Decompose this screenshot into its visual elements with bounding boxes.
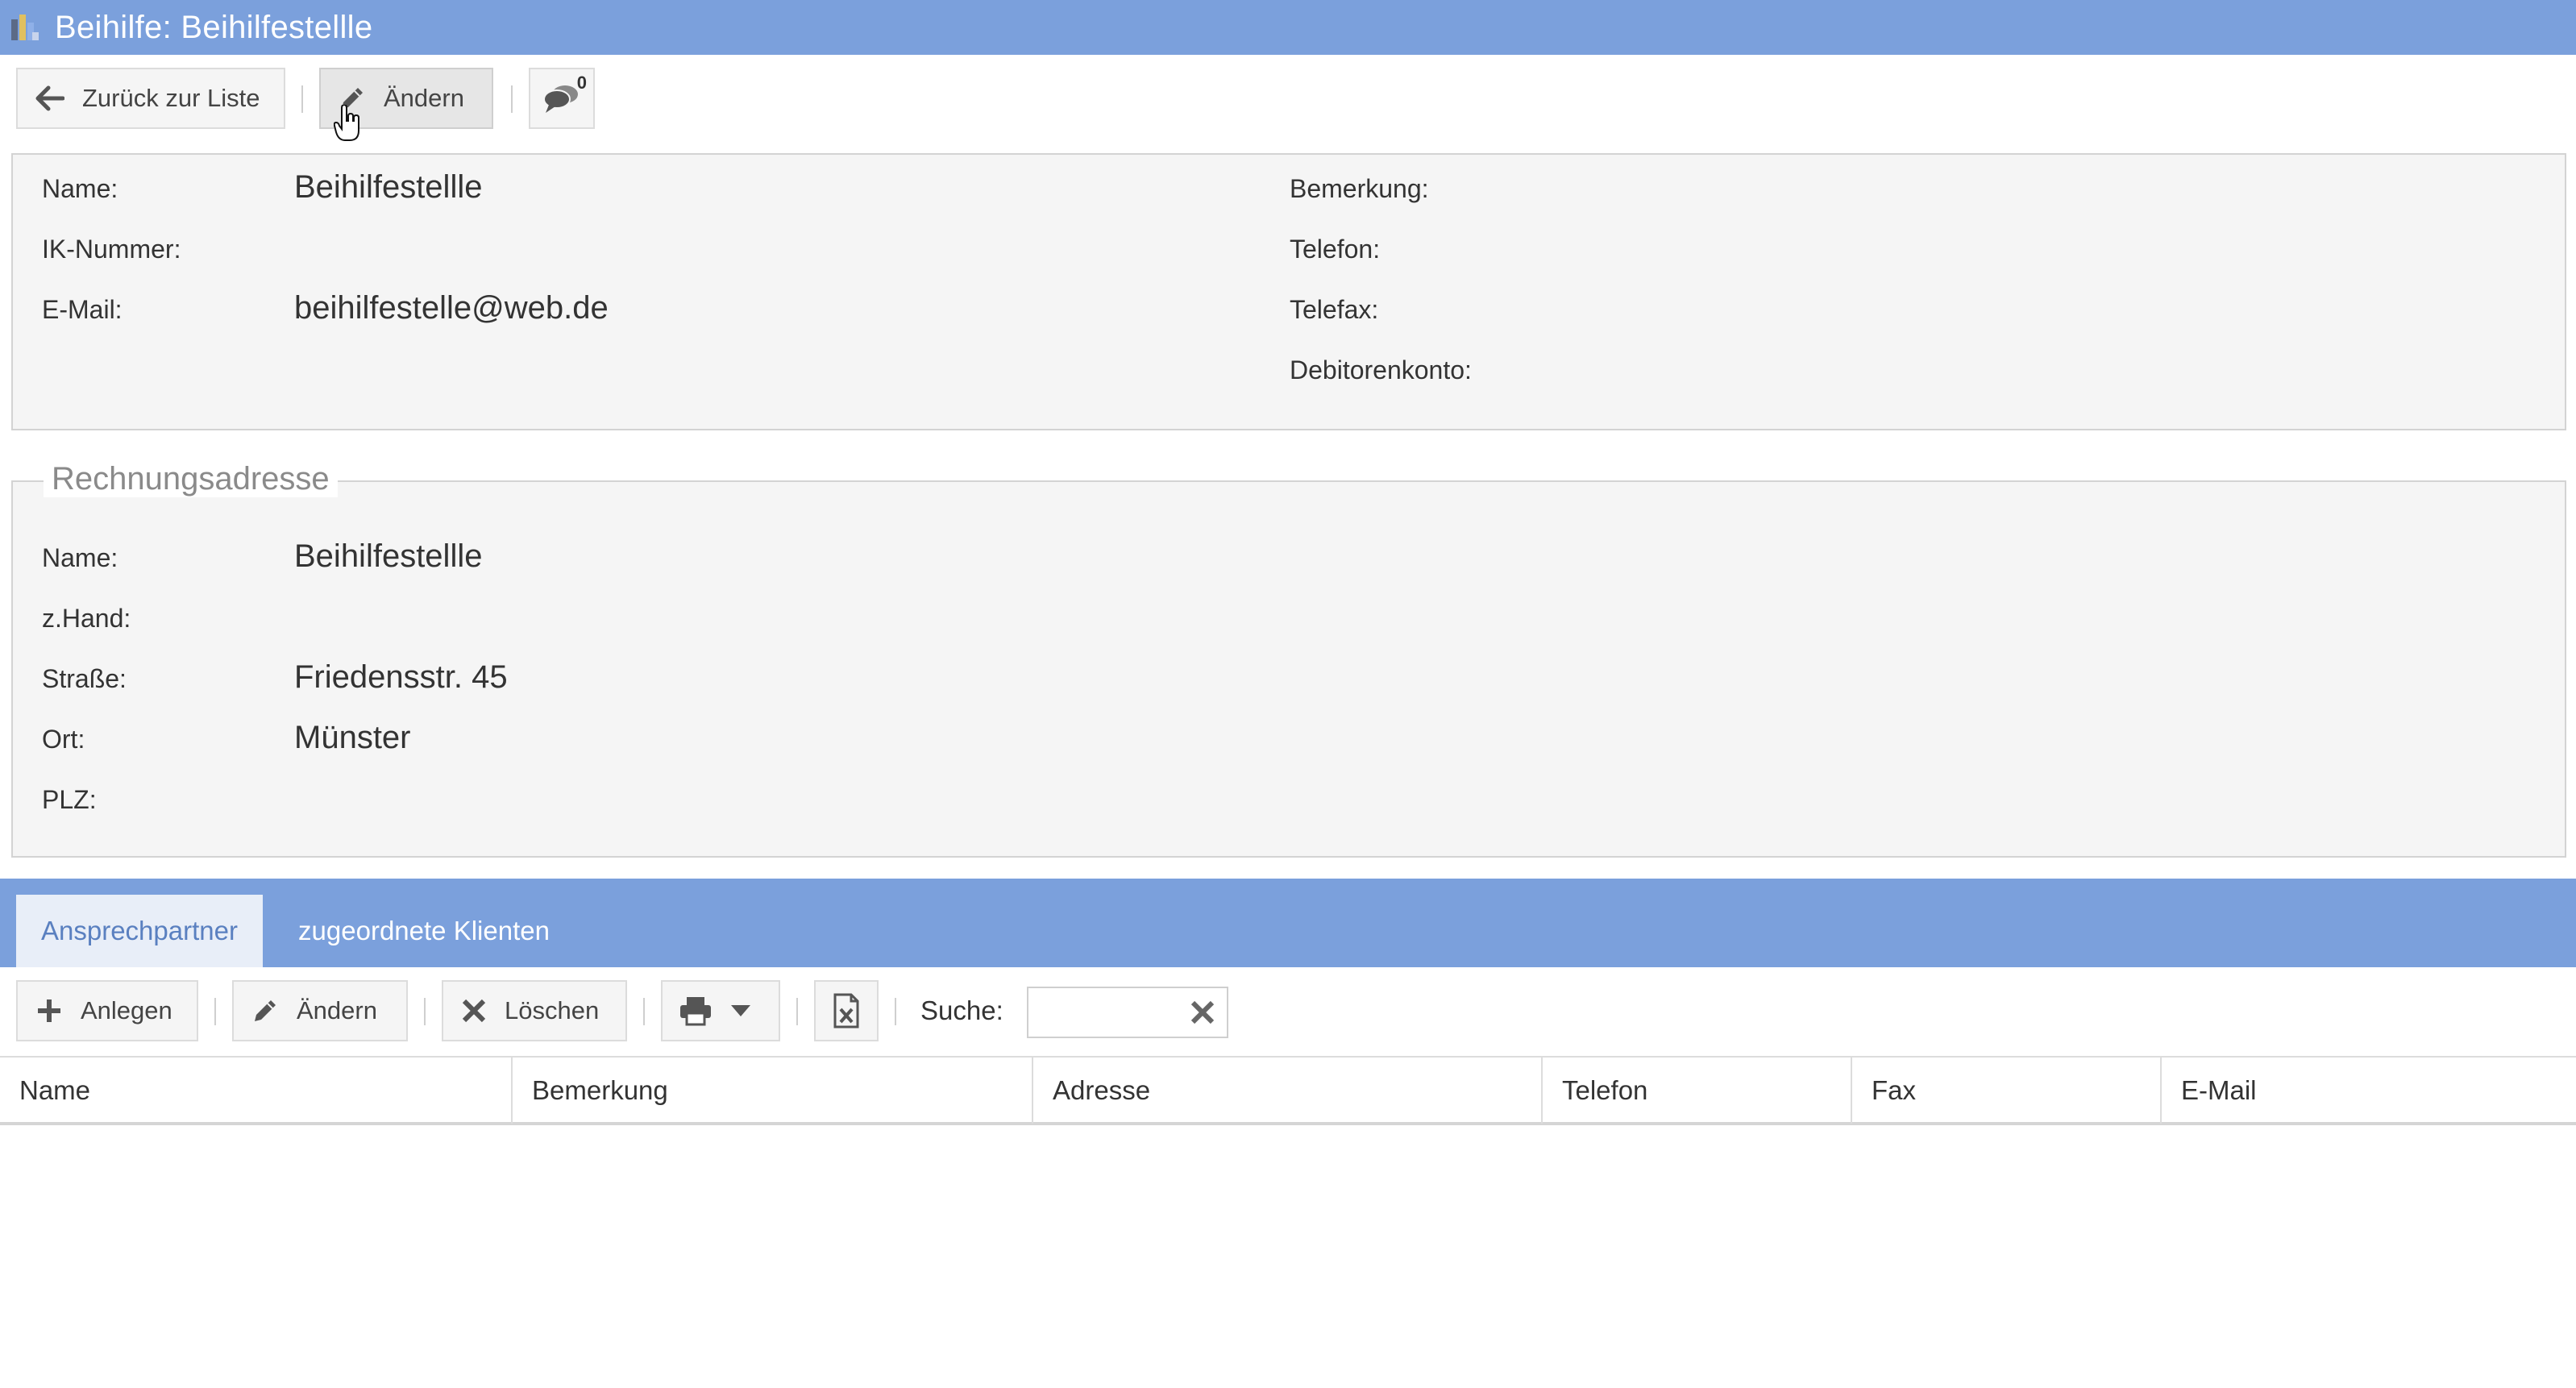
- app-logo-icon: [8, 11, 40, 44]
- column-header-fax[interactable]: Fax: [1852, 1058, 2162, 1124]
- debtor-account-label: Debitorenkonto:: [1290, 355, 1472, 384]
- hand-cursor-icon: [333, 103, 361, 148]
- toolbar-separator: [796, 998, 798, 1025]
- phone-label: Telefon:: [1290, 235, 1381, 264]
- comments-count-badge: 0: [576, 73, 587, 93]
- grid-edit-label: Ändern: [297, 996, 377, 1024]
- contacts-table-header: Name Bemerkung Adresse Telefon Fax E-Mai…: [0, 1056, 2576, 1125]
- comments-button[interactable]: 0: [529, 68, 595, 129]
- grid-edit-button[interactable]: Ändern: [232, 980, 408, 1041]
- billing-address-legend: Rechnungsadresse: [44, 461, 338, 497]
- plus-icon: [35, 997, 63, 1024]
- toolbar-separator: [643, 998, 645, 1025]
- street-label: Straße:: [42, 664, 127, 693]
- email-value: beihilfestelle@web.de: [294, 290, 609, 326]
- name-label: Name:: [42, 174, 118, 203]
- column-header-email[interactable]: E-Mail: [2162, 1058, 2576, 1124]
- window-title: Beihilfe: Beihilfestellle: [55, 9, 373, 45]
- search-label: Suche:: [920, 995, 1003, 1025]
- back-to-list-button[interactable]: Zurück zur Liste: [16, 68, 285, 129]
- arrow-left-icon: [35, 85, 64, 111]
- toolbar-separator: [424, 998, 426, 1025]
- back-to-list-label: Zurück zur Liste: [82, 84, 260, 112]
- email-label: E-Mail:: [42, 295, 123, 324]
- toolbar-separator: [511, 85, 513, 113]
- tab-bar: Ansprechpartner zugeordnete Klienten: [0, 879, 2576, 967]
- column-header-remark[interactable]: Bemerkung: [513, 1058, 1033, 1124]
- ik-number-label: IK-Nummer:: [42, 235, 181, 264]
- toolbar-separator: [895, 998, 896, 1025]
- tab-assigned-clients-label: zugeordnete Klienten: [298, 916, 550, 945]
- toolbar-separator: [301, 85, 303, 113]
- add-label: Anlegen: [81, 996, 172, 1024]
- print-dropdown-button[interactable]: [661, 980, 780, 1041]
- city-value: Münster: [294, 720, 411, 755]
- close-x-icon: [461, 998, 487, 1024]
- street-value: Friedensstr. 45: [294, 659, 508, 695]
- column-header-phone[interactable]: Telefon: [1543, 1058, 1852, 1124]
- contacts-table-body: [0, 1125, 2576, 1388]
- delete-button[interactable]: Löschen: [442, 980, 627, 1041]
- chevron-down-icon: [730, 1004, 751, 1017]
- tab-contacts[interactable]: Ansprechpartner: [16, 895, 263, 967]
- city-label: Ort:: [42, 725, 85, 754]
- excel-file-icon: [833, 993, 859, 1029]
- pencil-icon: [250, 995, 280, 1026]
- edit-label: Ändern: [384, 84, 464, 112]
- chat-bubbles-icon: [542, 82, 581, 114]
- column-header-address[interactable]: Adresse: [1033, 1058, 1543, 1124]
- billing-name-value: Beihilfestellle: [294, 538, 483, 574]
- column-header-name[interactable]: Name: [0, 1058, 513, 1124]
- billing-name-label: Name:: [42, 543, 118, 572]
- name-value: Beihilfestellle: [294, 169, 483, 205]
- tab-assigned-clients[interactable]: zugeordnete Klienten: [279, 895, 569, 967]
- attention-label: z.Hand:: [42, 604, 131, 633]
- clear-search-icon[interactable]: [1190, 999, 1215, 1029]
- printer-icon: [679, 995, 713, 1026]
- tab-contacts-label: Ansprechpartner: [41, 916, 238, 945]
- window-title-bar: Beihilfe: Beihilfestellle: [0, 0, 2576, 55]
- zip-label: PLZ:: [42, 785, 97, 814]
- excel-export-button[interactable]: [814, 980, 879, 1041]
- remark-label: Bemerkung:: [1290, 174, 1429, 203]
- delete-label: Löschen: [505, 996, 600, 1024]
- fax-label: Telefax:: [1290, 295, 1379, 324]
- toolbar-separator: [214, 998, 216, 1025]
- add-button[interactable]: Anlegen: [16, 980, 198, 1041]
